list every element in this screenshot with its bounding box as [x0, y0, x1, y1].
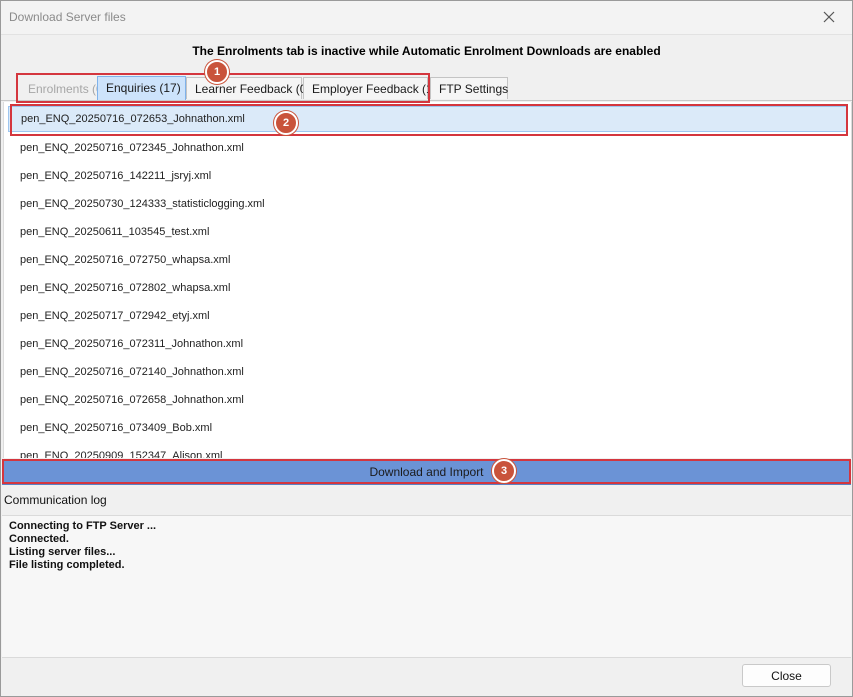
tab-enrolments: Enrolments (0) [19, 77, 107, 99]
list-item[interactable]: pen_ENQ_20250716_142211_jsryj.xml [8, 163, 847, 189]
log-line: Listing server files... [9, 546, 116, 558]
tab-learner-feedback[interactable]: Learner Feedback (0) [186, 77, 310, 99]
list-item[interactable]: pen_ENQ_20250611_103545_test.xml [8, 219, 847, 245]
tab-ftp-settings[interactable]: FTP Settings [430, 77, 508, 99]
communication-log-label: Communication log [4, 493, 107, 507]
list-item[interactable]: pen_ENQ_20250909_152347_Alison.xml [8, 443, 847, 458]
log-line: File listing completed. [9, 559, 125, 571]
close-button[interactable]: Close [742, 664, 831, 687]
list-item[interactable]: pen_ENQ_20250716_072658_Johnathon.xml [8, 387, 847, 413]
list-item[interactable]: pen_ENQ_20250716_073409_Bob.xml [8, 415, 847, 441]
list-item[interactable]: pen_ENQ_20250716_072802_whapsa.xml [8, 275, 847, 301]
callout-marker-1: 1 [205, 60, 229, 84]
list-item[interactable]: pen_ENQ_20250716_072140_Johnathon.xml [8, 359, 847, 385]
list-item[interactable]: pen_ENQ_20250716_072750_whapsa.xml [8, 247, 847, 273]
log-line: Connected. [9, 533, 69, 545]
list-item[interactable]: pen_ENQ_20250716_072311_Johnathon.xml [8, 331, 847, 357]
list-item[interactable]: pen_ENQ_20250717_072942_etyj.xml [8, 303, 847, 329]
callout-marker-3: 3 [492, 459, 516, 483]
download-and-import-button[interactable]: Download and Import [2, 459, 851, 485]
list-item[interactable]: pen_ENQ_20250730_124333_statisticlogging… [8, 191, 847, 217]
tab-enquiries[interactable]: Enquiries (17) [97, 76, 186, 100]
download-server-files-dialog: Download Server files The Enrolments tab… [0, 0, 853, 697]
server-file-list[interactable]: pen_ENQ_20250716_072653_Johnathon.xml pe… [3, 102, 852, 458]
list-item-selected[interactable]: pen_ENQ_20250716_072653_Johnathon.xml [8, 106, 847, 132]
tab-employer-feedback[interactable]: Employer Feedback (1) [303, 77, 437, 99]
callout-marker-2: 2 [274, 111, 298, 135]
inactive-tab-notice: The Enrolments tab is inactive while Aut… [192, 44, 661, 58]
list-item[interactable]: pen_ENQ_20250716_072345_Johnathon.xml [8, 135, 847, 161]
title-bar: Download Server files [1, 1, 852, 35]
communication-log[interactable]: Connecting to FTP Server ... Connected. … [2, 515, 851, 658]
window-title: Download Server files [9, 10, 126, 24]
log-line: Connecting to FTP Server ... [9, 520, 157, 532]
tab-strip: Enrolments (0) Enquiries (17) Learner Fe… [17, 75, 837, 102]
tab-divider [1, 100, 852, 101]
close-icon[interactable] [822, 10, 836, 24]
